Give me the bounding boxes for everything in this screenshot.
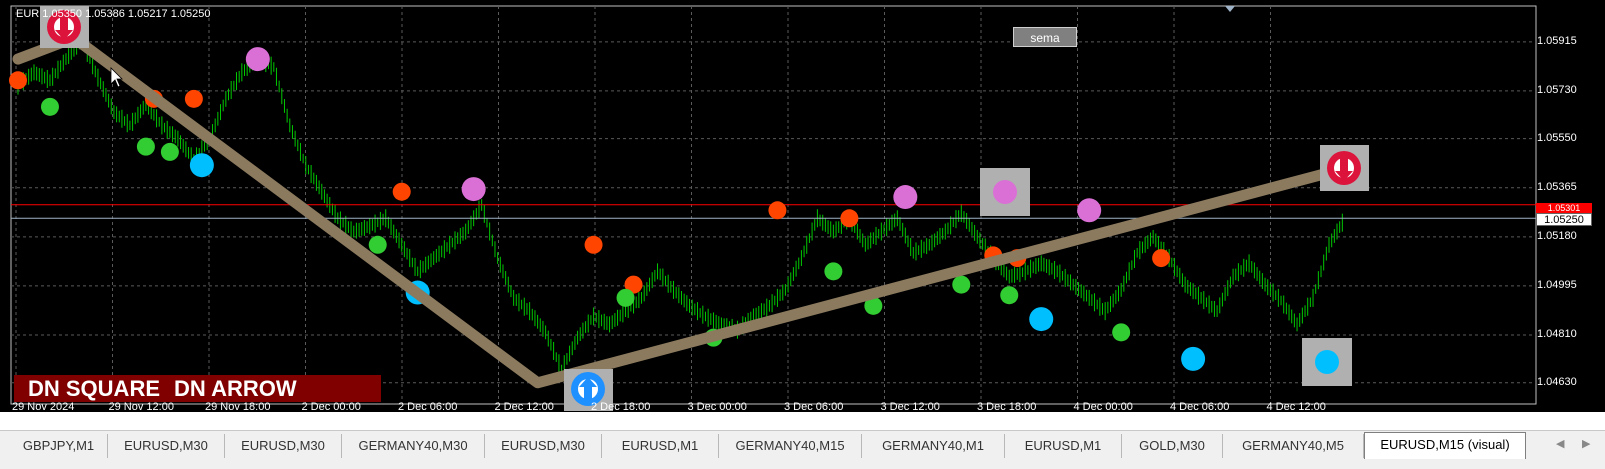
cyan-dot	[189, 153, 214, 178]
chart-tab[interactable]: GERMANY40,M5	[1223, 434, 1364, 458]
time-tick-label: 29 Nov 2024	[12, 401, 75, 413]
red-dot	[840, 209, 859, 228]
red-dot	[184, 89, 203, 108]
time-tick-label: 29 Nov 18:00	[205, 401, 271, 413]
green-dot	[40, 97, 59, 116]
chart-tab[interactable]: EURUSD,M1	[602, 434, 719, 458]
red-dot	[1152, 249, 1171, 268]
chart-shift-marker-icon[interactable]	[1225, 6, 1235, 12]
cyan-dot	[1315, 350, 1339, 374]
time-tick-label: 4 Dec 00:00	[1073, 401, 1133, 413]
price-tick-label: 1.05550	[1537, 131, 1577, 144]
sema-button[interactable]: sema	[1013, 27, 1077, 47]
time-tick-label: 29 Nov 12:00	[108, 401, 174, 413]
green-dot	[160, 142, 179, 161]
violet-dot	[245, 47, 270, 72]
price-tick-label: 1.05730	[1537, 83, 1577, 96]
chart-window[interactable]: EUR 1.05350 1.05386 1.05217 1.05250 sema…	[0, 0, 1605, 413]
dn-square-arrow-icon	[1320, 145, 1369, 191]
ohlc-header: EUR 1.05350 1.05386 1.05217 1.05250	[16, 8, 211, 20]
price-tick-label: 1.04995	[1537, 278, 1577, 291]
red-dot	[584, 235, 603, 254]
chart-tab[interactable]: GERMANY40,M1	[862, 434, 1005, 458]
chart-tab[interactable]: GBPJPY,M1	[10, 434, 108, 458]
violet-dot	[993, 180, 1017, 204]
green-dot	[616, 288, 635, 307]
time-tick-label: 3 Dec 18:00	[977, 401, 1037, 413]
candle-series	[17, 32, 1343, 375]
green-dot	[136, 137, 155, 156]
price-chart[interactable]	[0, 0, 1605, 412]
time-tick-label: 3 Dec 00:00	[687, 401, 747, 413]
cyan-dot	[1181, 346, 1206, 371]
cyan-dot	[1029, 307, 1054, 332]
time-tick-label: 2 Dec 00:00	[301, 401, 361, 413]
green-dot	[368, 235, 387, 254]
time-tick-label: 3 Dec 06:00	[784, 401, 844, 413]
violet-dot	[1077, 198, 1102, 223]
signal-left-label: DN SQUARE	[28, 376, 161, 401]
price-tick-label: 1.04630	[1537, 375, 1577, 388]
chart-tab[interactable]: EURUSD,M30	[225, 434, 342, 458]
green-dot	[952, 275, 971, 294]
price-tick-label: 1.05180	[1537, 229, 1577, 242]
violet-dot	[893, 185, 918, 210]
signal-right-label: DN ARROW	[174, 376, 297, 401]
green-dot	[1000, 286, 1019, 305]
chart-tab[interactable]: EURUSD,M15 (visual)	[1364, 432, 1526, 459]
price-tick-label: 1.05915	[1537, 34, 1577, 47]
tab-scroll-left-icon[interactable]: ◀	[1556, 437, 1564, 450]
red-dot	[768, 201, 787, 220]
green-dot	[1112, 323, 1131, 342]
price-tick-label: 1.05365	[1537, 180, 1577, 193]
time-tick-label: 2 Dec 06:00	[398, 401, 458, 413]
signal-banner: DN SQUARE DN ARROW	[14, 375, 381, 402]
time-tick-label: 4 Dec 12:00	[1266, 401, 1326, 413]
chart-tab[interactable]: EURUSD,M30	[485, 434, 602, 458]
time-tick-label: 2 Dec 18:00	[591, 401, 651, 413]
red-dot	[9, 71, 27, 90]
zigzag-line	[12, 32, 1343, 389]
tab-scroll-right-icon[interactable]: ▶	[1582, 437, 1590, 450]
chart-tab[interactable]: EURUSD,M30	[108, 434, 225, 458]
current-price-tag: 1.05250	[1536, 213, 1592, 226]
chart-tab[interactable]: EURUSD,M1	[1005, 434, 1122, 458]
time-tick-label: 4 Dec 06:00	[1170, 401, 1230, 413]
time-tick-label: 3 Dec 12:00	[880, 401, 940, 413]
chart-tab-bar: GBPJPY,M1 EURUSD,M30 EURUSD,M30 GERMANY40,M…	[0, 430, 1605, 469]
chart-tab[interactable]: GERMANY40,M15	[719, 434, 862, 458]
chart-tab[interactable]: GOLD,M30	[1122, 434, 1223, 458]
violet-dot	[461, 177, 486, 202]
chart-tab[interactable]: GERMANY40,M30	[342, 434, 485, 458]
red-dot	[392, 182, 411, 201]
green-dot	[824, 262, 843, 281]
price-tick-label: 1.04810	[1537, 328, 1577, 340]
time-tick-label: 2 Dec 12:00	[494, 401, 554, 413]
